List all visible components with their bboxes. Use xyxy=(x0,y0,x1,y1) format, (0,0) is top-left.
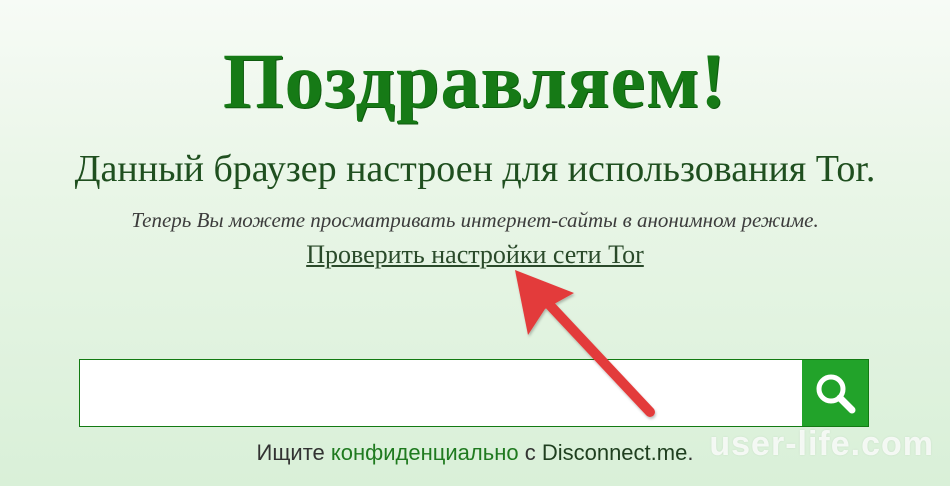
footer-suffix: . xyxy=(687,440,694,465)
check-settings-wrapper: Проверить настройки сети Tor xyxy=(0,240,950,270)
footer-prefix: Ищите xyxy=(256,440,331,465)
check-tor-network-settings-link[interactable]: Проверить настройки сети Tor xyxy=(306,240,644,269)
site-watermark: user-life.com xyxy=(709,425,934,463)
disconnect-me-link[interactable]: Disconnect.me xyxy=(542,440,688,465)
footer-middle: с xyxy=(518,440,542,465)
search-input[interactable] xyxy=(80,360,802,426)
footer-accent: конфиденциально xyxy=(330,440,519,465)
search-box xyxy=(79,359,869,427)
anonymous-browsing-note: Теперь Вы можете просматривать интернет-… xyxy=(131,208,819,232)
page-title: Поздравляем! xyxy=(222,37,728,124)
search-icon xyxy=(816,374,856,414)
search-button[interactable] xyxy=(802,360,868,426)
tor-configured-subtitle: Данный браузер настроен для использовани… xyxy=(74,148,876,190)
tor-welcome-page: Поздравляем! Данный браузер настроен для… xyxy=(0,0,950,486)
